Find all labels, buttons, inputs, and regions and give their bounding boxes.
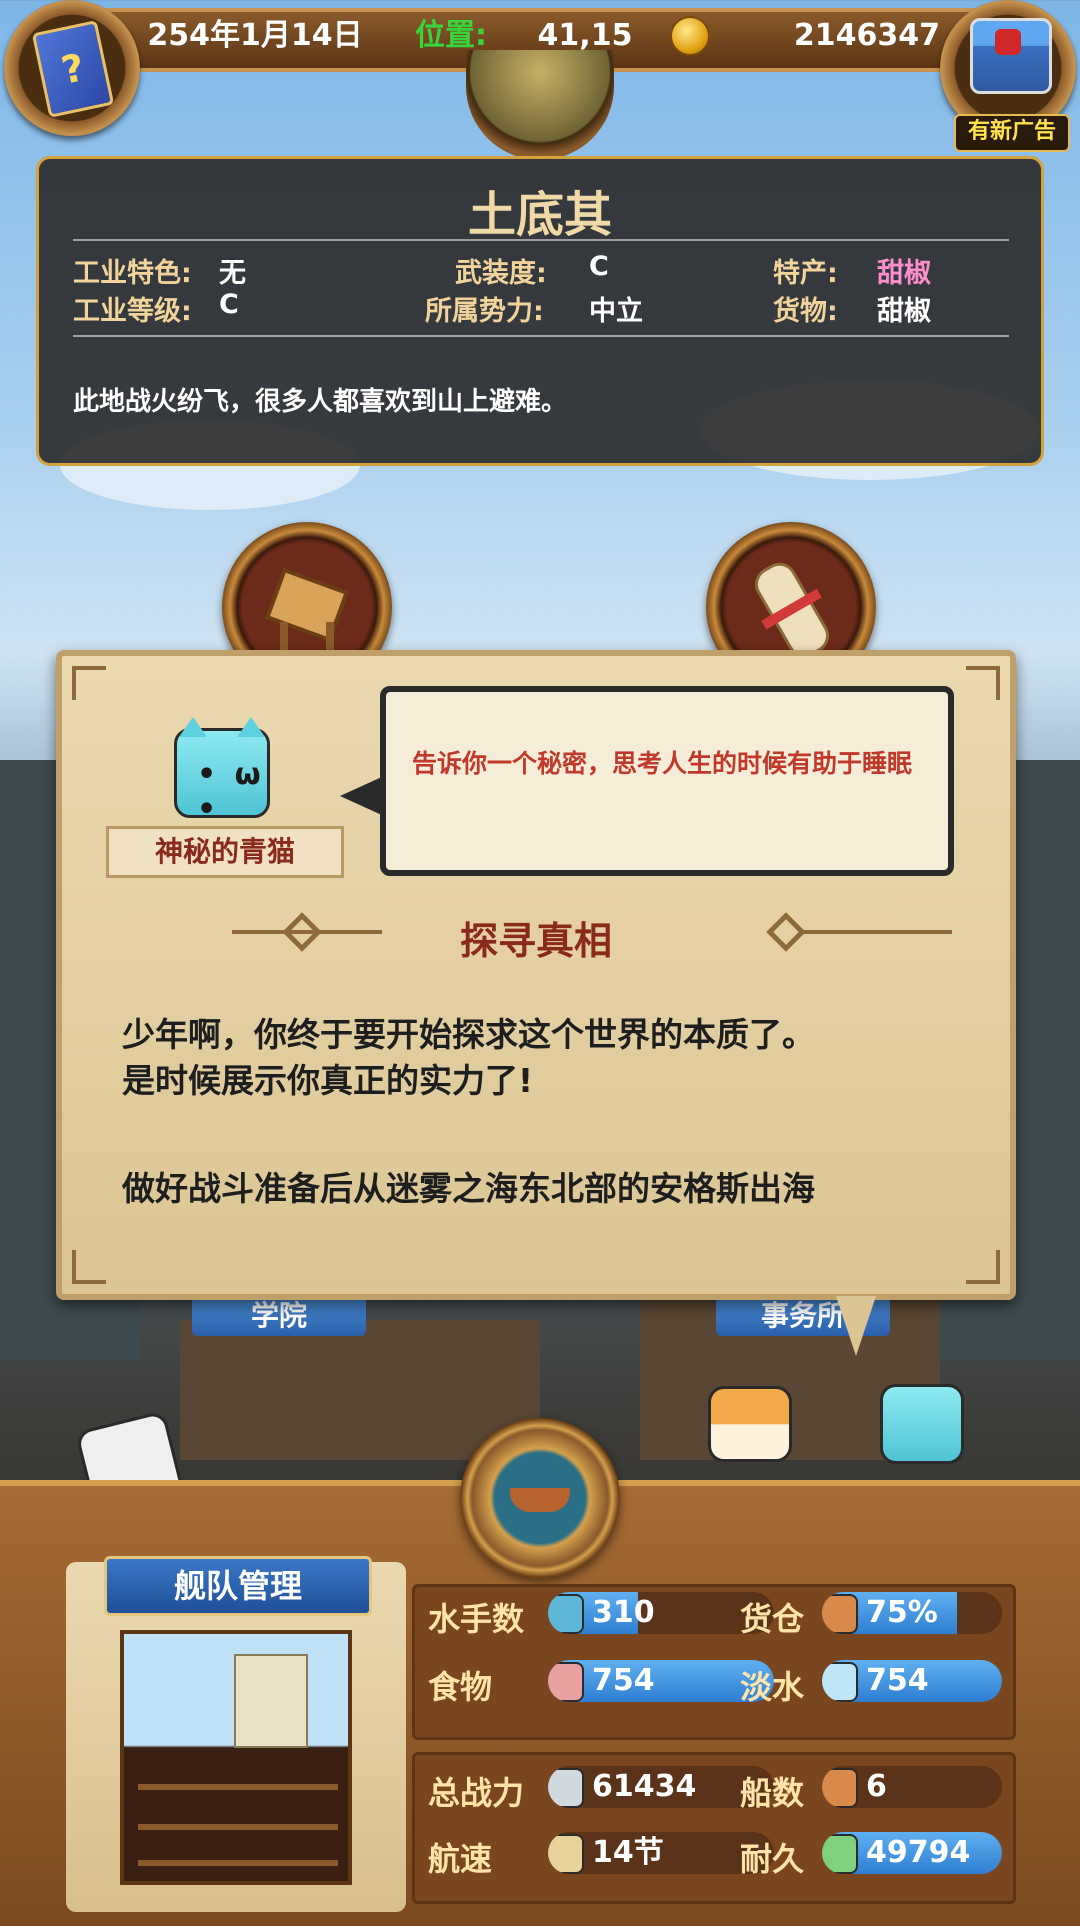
book-icon: ? xyxy=(31,20,115,118)
speech-bubble-tail xyxy=(340,776,384,816)
ship-deck xyxy=(138,1860,338,1866)
ship-wheel-button[interactable] xyxy=(460,1418,620,1578)
water-bar: 754 xyxy=(822,1660,1002,1702)
ships-value: 6 xyxy=(866,1769,887,1804)
water-jug-icon xyxy=(822,1662,858,1702)
sailor-icon xyxy=(548,1594,584,1634)
meat-icon xyxy=(548,1662,584,1702)
ship-deck xyxy=(138,1784,338,1790)
cargo-value: 75% xyxy=(866,1595,938,1630)
faction-label: 所属势力: xyxy=(425,296,544,327)
dialog-pointer xyxy=(836,1296,876,1356)
fleet-management-button[interactable]: 舰队管理 xyxy=(104,1556,372,1616)
corner-ornament xyxy=(966,1250,1000,1284)
specialty-value: 甜椒 xyxy=(877,258,931,289)
ship-deck xyxy=(138,1824,338,1830)
academy-ribbon[interactable]: 学院 xyxy=(192,1296,366,1336)
quest-text-line: 做好战斗准备后从迷雾之海东北部的安格斯出海 xyxy=(122,1169,815,1208)
coin-icon xyxy=(670,16,710,56)
cargo-bar: 75% xyxy=(822,1592,1002,1634)
globe-icon[interactable] xyxy=(466,50,614,160)
faction-value: 中立 xyxy=(589,296,643,327)
armament-value: C xyxy=(589,251,609,282)
cargo-crate-icon xyxy=(822,1594,858,1634)
durability-bar: 49794 xyxy=(822,1832,1002,1874)
industry-level-label: 工业等级: xyxy=(73,296,192,327)
power-label: 总战力 xyxy=(428,1774,525,1812)
ship-illustration[interactable] xyxy=(120,1630,352,1885)
corner-ornament xyxy=(72,1250,106,1284)
blue-cat-avatar: • ω • xyxy=(174,717,270,827)
cargo-label: 货仓 xyxy=(740,1600,805,1638)
food-label: 食物 xyxy=(428,1668,493,1706)
crossed-swords-icon xyxy=(548,1768,584,1808)
quest-text-line: 少年啊，你终于要开始探求这个世界的本质了。 xyxy=(122,1015,815,1054)
durability-label: 耐久 xyxy=(740,1840,805,1878)
quest-dialog[interactable]: • ω • 神秘的青猫 告诉你一个秘密，思考人生的时候有助于睡眠 探寻真相 少年… xyxy=(56,650,1016,1300)
speaker-name: 神秘的青猫 xyxy=(106,826,344,878)
book-button[interactable]: ? xyxy=(4,0,140,136)
sail-icon xyxy=(548,1834,584,1874)
cat-face: • ω • xyxy=(197,757,265,827)
specialty-label: 特产: xyxy=(773,258,838,289)
shiba-dog-character[interactable] xyxy=(708,1386,792,1462)
sailors-label: 水手数 xyxy=(428,1600,525,1638)
power-value: 61434 xyxy=(592,1769,697,1804)
speed-value: 14节 xyxy=(592,1835,664,1870)
industry-feature-value: 无 xyxy=(219,258,246,289)
city-description: 此地战火纷飞，很多人都喜欢到山上避难。 xyxy=(73,387,568,417)
game-date: 254年1月14日 xyxy=(147,18,363,53)
quest-title: 探寻真相 xyxy=(459,919,612,963)
gold-amount: 2146347 xyxy=(793,18,940,53)
durability-icon xyxy=(822,1834,858,1874)
water-label: 淡水 xyxy=(740,1668,805,1706)
new-ad-label[interactable]: 有新广告 xyxy=(954,114,1070,152)
sailors-value: 310 xyxy=(592,1595,655,1630)
treasure-chest-icon xyxy=(970,18,1052,94)
city-name: 土底其 xyxy=(467,187,612,243)
water-value: 754 xyxy=(866,1663,929,1698)
goods-value: 甜椒 xyxy=(877,296,931,327)
food-value: 754 xyxy=(592,1663,655,1698)
speech-bubble: 告诉你一个秘密，思考人生的时候有助于睡眠 xyxy=(380,686,954,876)
ship-icon xyxy=(822,1768,858,1808)
speed-label: 航速 xyxy=(428,1840,493,1878)
ships-bar: 6 xyxy=(822,1766,1002,1808)
armament-label: 武装度: xyxy=(455,258,547,289)
industry-level-value: C xyxy=(219,289,239,320)
city-info-panel: 土底其 工业特色: 无 工业等级: C 武装度: C 所属势力: 中立 特产: … xyxy=(36,156,1044,466)
corner-ornament xyxy=(966,666,1000,700)
industry-feature-label: 工业特色: xyxy=(73,258,192,289)
ship-wheel-icon xyxy=(510,1488,570,1512)
corner-ornament xyxy=(72,666,106,700)
divider xyxy=(73,335,1009,337)
location-label: 位置: xyxy=(415,18,487,53)
title-ornament-right xyxy=(802,930,952,934)
location-value: 41,15 xyxy=(537,18,633,53)
goods-label: 货物: xyxy=(773,296,838,327)
durability-value: 49794 xyxy=(866,1835,971,1870)
ships-label: 船数 xyxy=(740,1774,805,1812)
quest-text-line: 是时候展示你真正的实力了! xyxy=(122,1061,534,1100)
divider xyxy=(73,239,1009,241)
speech-text: 告诉你一个秘密，思考人生的时候有助于睡眠 xyxy=(412,749,913,778)
sail-icon xyxy=(234,1654,308,1748)
blue-cat-character[interactable] xyxy=(880,1384,964,1464)
